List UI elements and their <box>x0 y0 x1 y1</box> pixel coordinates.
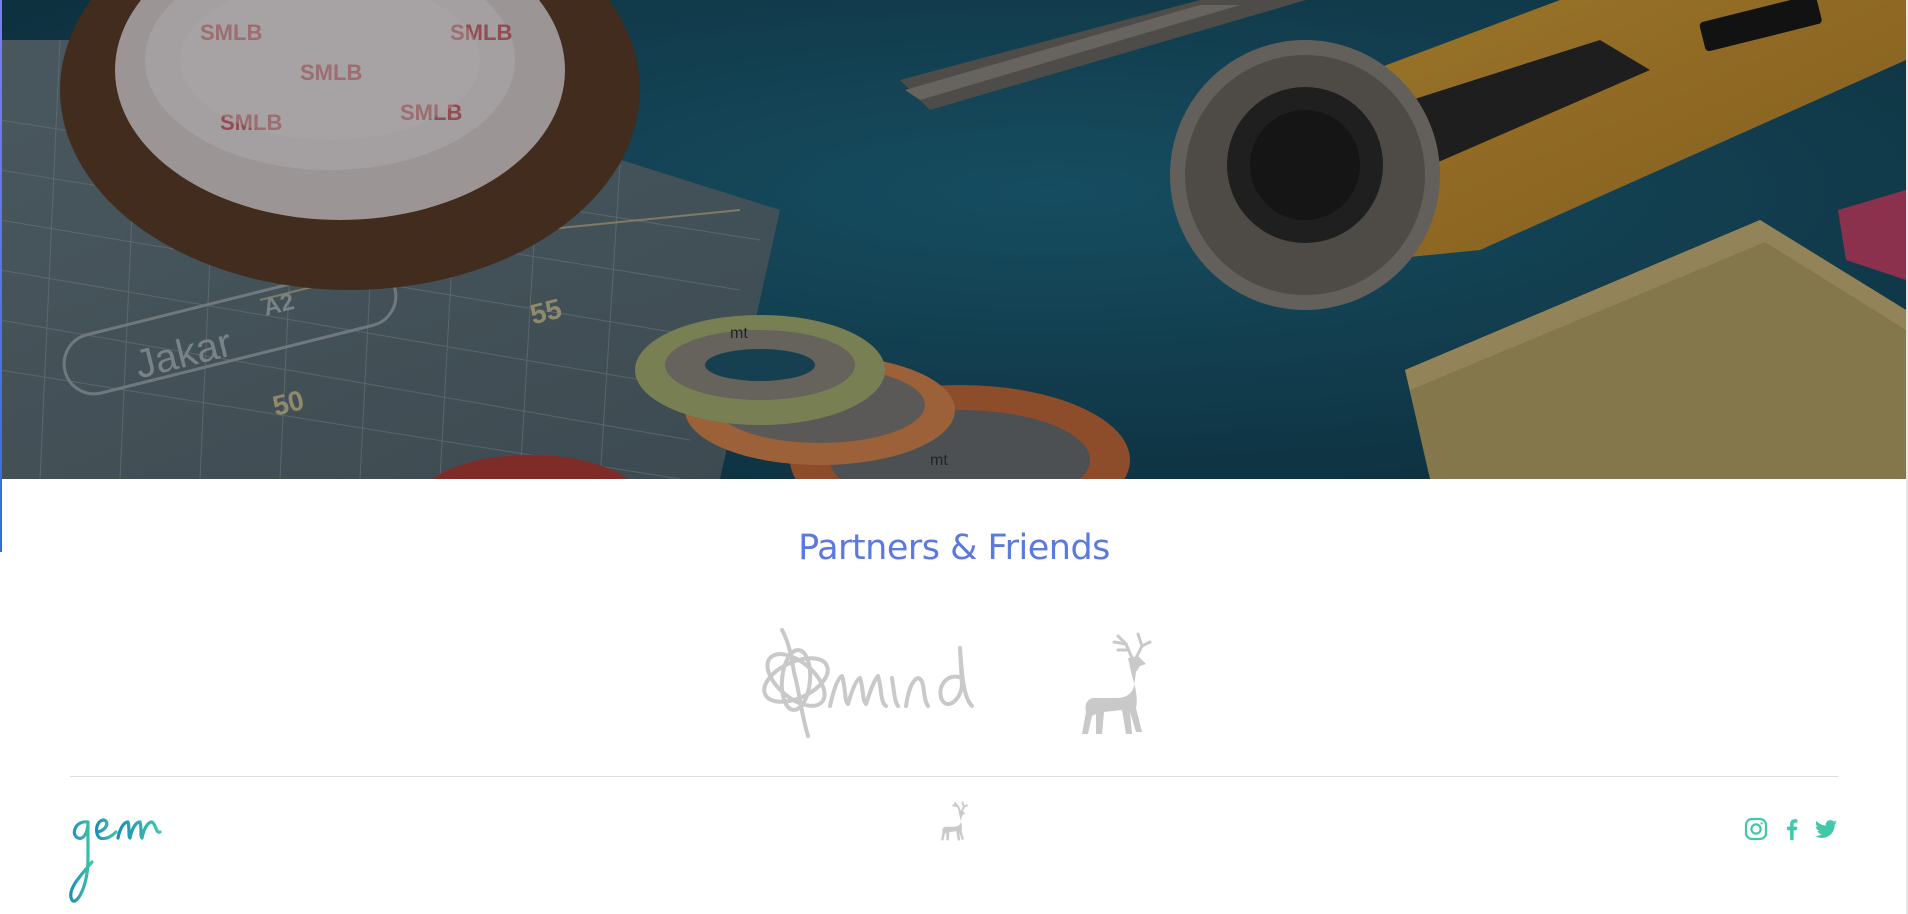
instagram-icon[interactable] <box>1743 816 1769 842</box>
hero-image: Jakar A2 50 55 SMLB SMLB SMLB SMLB SMLB <box>0 0 1906 479</box>
facebook-icon[interactable] <box>1779 816 1805 842</box>
page: Jakar A2 50 55 SMLB SMLB SMLB SMLB SMLB <box>0 0 1908 914</box>
footer-deer-icon <box>938 800 970 842</box>
craft-supplies-photo: Jakar A2 50 55 SMLB SMLB SMLB SMLB SMLB <box>0 0 1906 479</box>
footer-divider <box>70 776 1838 777</box>
partners-title: Partners & Friends <box>798 528 1110 568</box>
gem-logo[interactable] <box>66 808 166 908</box>
deer-logo[interactable] <box>1074 628 1158 738</box>
partner-logos <box>0 628 1908 738</box>
twitter-icon[interactable] <box>1813 816 1839 842</box>
left-accent-bar <box>0 0 2 552</box>
mind-logo[interactable] <box>752 628 984 738</box>
